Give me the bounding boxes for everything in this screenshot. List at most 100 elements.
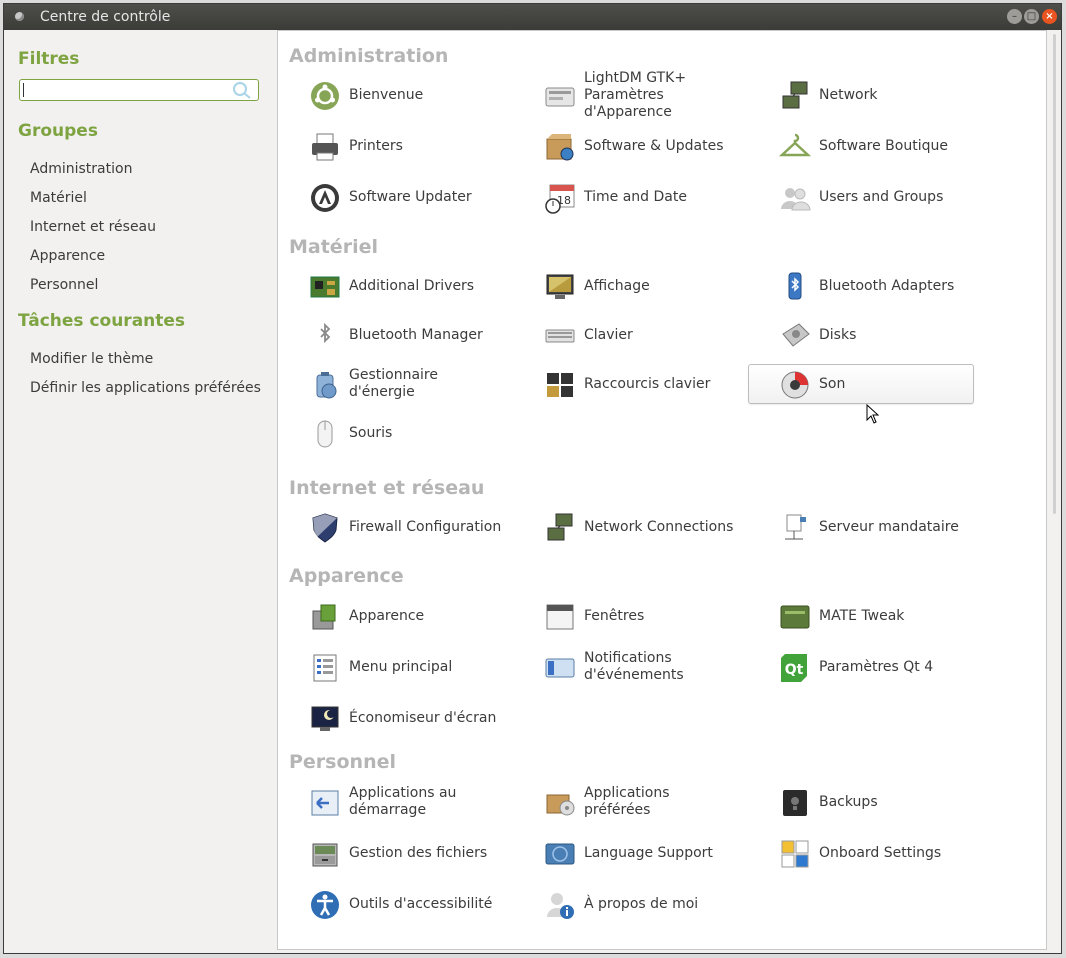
- applet-about-me[interactable]: À propos de moi: [513, 884, 739, 924]
- applet-file-manager[interactable]: Gestion des fichiers: [278, 833, 504, 873]
- screensaver-icon: [309, 703, 341, 735]
- applet-label: Software Updater: [349, 188, 472, 205]
- titlebar[interactable]: Centre de contrôle – □ ×: [4, 4, 1061, 30]
- applet-network-connections[interactable]: Network Connections: [513, 507, 739, 547]
- applet-windows[interactable]: Fenêtres: [513, 596, 739, 636]
- applet-label: Raccourcis clavier: [584, 375, 711, 392]
- power-icon: [309, 369, 341, 401]
- close-button[interactable]: ×: [1042, 9, 1057, 24]
- applet-appearance[interactable]: Apparence: [278, 596, 504, 636]
- applet-display[interactable]: Affichage: [513, 266, 739, 306]
- applet-mouse[interactable]: Souris: [278, 413, 504, 453]
- applet-onboard[interactable]: Onboard Settings: [748, 833, 974, 873]
- welcome-icon: [309, 80, 341, 112]
- applet-label: Network Connections: [584, 518, 734, 535]
- appearance-icon: [309, 601, 341, 633]
- sidebar-task-1[interactable]: Modifier le thème: [30, 351, 153, 367]
- applet-language[interactable]: Language Support: [513, 833, 739, 873]
- sidebar-group-1[interactable]: Administration: [30, 161, 132, 177]
- applet-label: Gestion des fichiers: [349, 844, 488, 861]
- disks-icon: [779, 320, 811, 352]
- applet-printer[interactable]: Printers: [278, 126, 504, 166]
- windows-icon: [544, 601, 576, 633]
- scrollbar-thumb[interactable]: [1053, 34, 1056, 514]
- minimize-button[interactable]: –: [1007, 9, 1022, 24]
- applet-startup[interactable]: Applications au démarrage: [278, 782, 504, 822]
- applet-label: Users and Groups: [819, 188, 944, 205]
- bluetooth-adapter-icon: [779, 271, 811, 303]
- applet-bluetooth-adapter[interactable]: Bluetooth Adapters: [748, 266, 974, 306]
- groups-heading: Groupes: [18, 121, 98, 141]
- scrollbar[interactable]: [1051, 34, 1060, 950]
- bluetooth-icon: [309, 320, 341, 352]
- svg-text:Qt: Qt: [785, 662, 804, 678]
- applet-notifications[interactable]: Notifications d'événements: [513, 647, 739, 687]
- applet-firewall[interactable]: Firewall Configuration: [278, 507, 504, 547]
- updater-icon: [309, 182, 341, 214]
- applet-shortcuts[interactable]: Raccourcis clavier: [513, 364, 739, 404]
- applet-label: Backups: [819, 793, 878, 810]
- applet-qt[interactable]: Qt Paramètres Qt 4: [748, 647, 974, 687]
- calendar-icon: 18: [544, 182, 576, 214]
- applet-label: Software Boutique: [819, 137, 948, 154]
- applet-label: Serveur mandataire: [819, 518, 959, 535]
- applet-preferred-apps[interactable]: Applications préférées: [513, 782, 739, 822]
- applet-label: Fenêtres: [584, 607, 645, 624]
- sidebar-group-4[interactable]: Apparence: [30, 248, 105, 264]
- file-manager-icon: [309, 838, 341, 870]
- maximize-button[interactable]: □: [1024, 9, 1039, 24]
- applet-label: Time and Date: [584, 188, 687, 205]
- applet-updater[interactable]: Software Updater: [278, 177, 504, 217]
- applet-label: Applications préférées: [584, 785, 670, 818]
- applet-label: Onboard Settings: [819, 844, 942, 861]
- accessibility-icon: [309, 889, 341, 921]
- applet-accessibility[interactable]: Outils d'accessibilité: [278, 884, 504, 924]
- applet-disks[interactable]: Disks: [748, 315, 974, 355]
- applet-label: Bluetooth Adapters: [819, 277, 955, 294]
- onboard-icon: [779, 838, 811, 870]
- applet-proxy[interactable]: Serveur mandataire: [748, 507, 974, 547]
- notifications-icon: [544, 652, 576, 684]
- applet-label: Souris: [349, 424, 393, 441]
- language-icon: [544, 838, 576, 870]
- applet-drivers[interactable]: Additional Drivers: [278, 266, 504, 306]
- applet-label: Disks: [819, 326, 857, 343]
- applet-label: Bluetooth Manager: [349, 326, 483, 343]
- search-icon: [233, 82, 251, 99]
- applet-label: Software & Updates: [584, 137, 724, 154]
- applet-mate-tweak[interactable]: MATE Tweak: [748, 596, 974, 636]
- firewall-icon: [309, 512, 341, 544]
- sidebar-group-5[interactable]: Personnel: [30, 277, 98, 293]
- display-icon: [544, 271, 576, 303]
- applet-boutique[interactable]: Software Boutique: [748, 126, 974, 166]
- applet-sound[interactable]: Son: [748, 364, 974, 404]
- applet-calendar[interactable]: 18 Time and Date: [513, 177, 739, 217]
- search-input[interactable]: [19, 79, 259, 101]
- applet-label: LightDM GTK+ Paramètres d'Apparence: [584, 69, 687, 120]
- sidebar-group-2[interactable]: Matériel: [30, 190, 87, 206]
- applet-main-menu[interactable]: Menu principal: [278, 647, 504, 687]
- window-title: Centre de contrôle: [40, 9, 171, 25]
- applet-label: Outils d'accessibilité: [349, 895, 493, 912]
- applet-label: Clavier: [584, 326, 633, 343]
- applet-label: Notifications d'événements: [584, 650, 684, 683]
- window-menu-icon[interactable]: [15, 12, 24, 21]
- applet-power[interactable]: Gestionnaire d'énergie: [278, 364, 504, 404]
- applet-backups[interactable]: Backups: [748, 782, 974, 822]
- lightdm-icon: [544, 80, 576, 112]
- backups-icon: [779, 787, 811, 819]
- drivers-icon: [309, 271, 341, 303]
- sidebar-group-3[interactable]: Internet et réseau: [30, 219, 156, 235]
- applet-screensaver[interactable]: Économiseur d'écran: [278, 698, 504, 738]
- applet-label: Son: [819, 375, 846, 392]
- applet-label: Affichage: [584, 277, 650, 294]
- applet-label: Bienvenue: [349, 86, 424, 103]
- sidebar-task-2[interactable]: Définir les applications préférées: [30, 380, 261, 396]
- applet-welcome[interactable]: Bienvenue: [278, 75, 504, 115]
- applet-keyboard[interactable]: Clavier: [513, 315, 739, 355]
- applet-software-sources[interactable]: Software & Updates: [513, 126, 739, 166]
- applet-lightdm[interactable]: LightDM GTK+ Paramètres d'Apparence: [513, 70, 739, 120]
- applet-bluetooth[interactable]: Bluetooth Manager: [278, 315, 504, 355]
- applet-users[interactable]: Users and Groups: [748, 177, 974, 217]
- applet-network[interactable]: Network: [748, 75, 974, 115]
